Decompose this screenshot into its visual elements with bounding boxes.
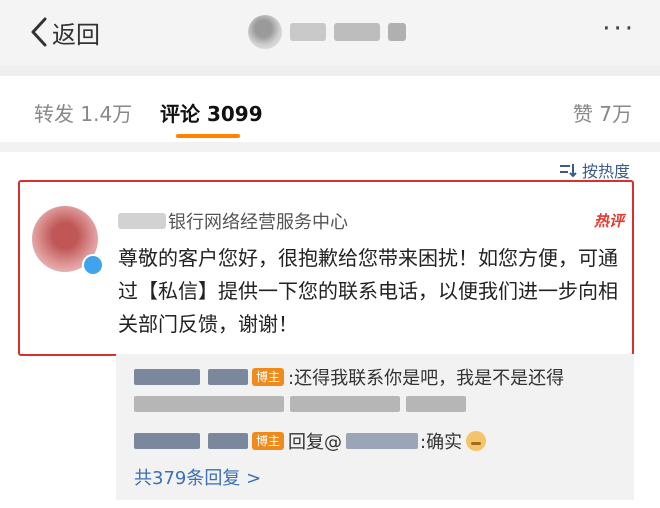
sort-label: 按热度	[581, 162, 630, 181]
reply-item[interactable]: 博主 :还得我联系你是吧，我是不是还得	[134, 364, 564, 390]
blurred-reply-text	[406, 396, 466, 412]
tab-comments-label: 评论	[160, 102, 200, 126]
divider	[0, 142, 660, 152]
back-button[interactable]: 返回	[30, 14, 100, 50]
tab-likes-label: 赞	[572, 102, 593, 126]
blurred-avatar	[248, 15, 282, 49]
highlighted-comment: 银行网络经营服务中心 热评 尊敬的客户您好，很抱歉给您带来困扰！如您方便，可通过…	[18, 180, 634, 356]
blurred-title	[248, 14, 418, 50]
blogger-badge: 博主	[252, 368, 285, 386]
blurred-reply-text	[290, 396, 400, 412]
tab-reposts[interactable]: 转发 1.4万	[34, 98, 132, 127]
top-nav-bar: 返回 ···	[0, 0, 660, 66]
divider	[0, 66, 660, 76]
blurred-replier-name	[134, 369, 200, 385]
blurred-replier-name	[208, 369, 248, 385]
back-label: 返回	[52, 20, 100, 49]
tab-comments[interactable]: 评论 3099	[160, 98, 263, 127]
commenter-name[interactable]: 银行网络经营服务中心	[118, 208, 348, 234]
blurred-name-prefix	[118, 213, 166, 229]
reply-continuation	[134, 396, 472, 412]
tab-reposts-label: 转发	[34, 102, 74, 126]
more-options-button[interactable]: ···	[602, 14, 636, 44]
tab-likes[interactable]: 赞 7万	[573, 98, 632, 127]
doge-emoji-icon	[466, 431, 487, 451]
reply-text: :还得我联系你是吧，我是不是还得	[288, 368, 565, 389]
hot-comment-badge: 热评	[593, 212, 624, 230]
replies-section: 博主 :还得我联系你是吧，我是不是还得 博主 回复@ :确实 共379条回复 >	[116, 354, 634, 500]
blurred-title-text	[334, 23, 380, 41]
tab-reposts-count: 1.4万	[80, 102, 133, 126]
blurred-reply-text	[134, 396, 284, 412]
sort-icon	[559, 164, 577, 178]
reply-item[interactable]: 博主 回复@ :确实	[134, 428, 487, 454]
reply-prefix: 回复@	[288, 432, 343, 453]
blurred-replier-name	[134, 433, 200, 449]
reply-text: :确实	[420, 432, 463, 453]
commenter-name-text: 银行网络经营服务中心	[168, 212, 348, 233]
view-all-replies-link[interactable]: 共379条回复 >	[134, 464, 261, 490]
sort-by-hotness-button[interactable]: 按热度	[559, 158, 630, 182]
tab-likes-count: 7万	[599, 102, 632, 126]
blurred-mention	[346, 433, 419, 449]
blurred-title-text	[388, 23, 406, 41]
tab-bar: 转发 1.4万 评论 3099 赞 7万	[0, 76, 660, 142]
blurred-title-text	[290, 23, 326, 41]
active-tab-indicator	[176, 134, 240, 138]
verified-badge-icon	[82, 254, 104, 276]
blogger-badge: 博主	[252, 432, 285, 450]
chevron-left-icon	[31, 17, 47, 47]
tab-comments-count: 3099	[206, 102, 263, 126]
blurred-replier-name	[208, 433, 248, 449]
comment-text: 尊敬的客户您好，很抱歉给您带来困扰！如您方便，可通过【私信】提供一下您的联系电话…	[118, 246, 618, 336]
